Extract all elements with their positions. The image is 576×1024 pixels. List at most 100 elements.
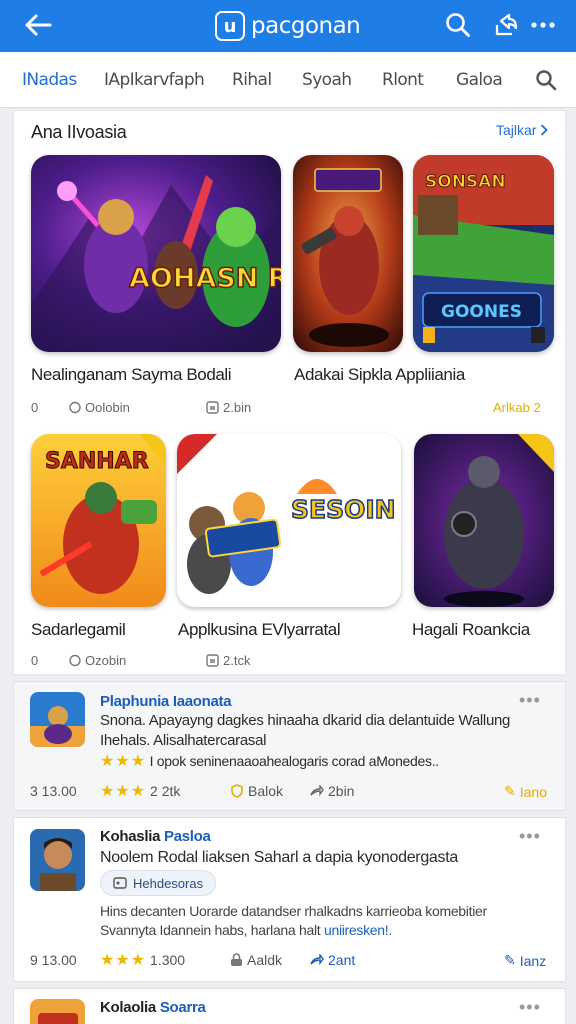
brand-name: pacgonan	[251, 13, 361, 39]
stars-icon: ★★★	[100, 952, 147, 969]
tab-3[interactable]: Rihal	[232, 70, 272, 90]
tag-value: Ianz	[519, 952, 547, 969]
game-art-heroes: AOHASN RESONAICE	[31, 155, 281, 352]
game-icon-character	[30, 829, 85, 891]
app-meta-size: 2.tck	[206, 653, 250, 668]
pencil-icon: ✎	[504, 783, 516, 799]
app-tile-4[interactable]: SANHAR	[31, 434, 166, 607]
share-button[interactable]	[491, 10, 521, 40]
more-options-icon[interactable]: •••	[519, 690, 541, 711]
list-item-title-main: Kohaslia	[100, 828, 161, 845]
tile-art-text: SANHAR	[45, 449, 149, 474]
pencil-icon: ✎	[504, 952, 516, 968]
file-icon	[206, 654, 219, 667]
game-icon-heroes	[30, 692, 85, 747]
rating-value: 1.300	[150, 952, 186, 968]
app-tile-1[interactable]: AOHASN RESONAICE	[31, 155, 281, 352]
app-meta-downloads: Ozobin	[69, 653, 126, 668]
category-tabs: INadas IApIkarvfaph Rihal Syoah Rlont Ga…	[0, 52, 576, 108]
game-art-mech	[414, 434, 554, 607]
list-item-title[interactable]: Kohaslia Pasloa	[100, 828, 211, 845]
app-meta-size: 2.bin	[206, 400, 251, 415]
list-item-tag: ✎ Iano	[504, 783, 547, 800]
game-art-robot	[293, 155, 403, 352]
list-item-size: 3 13.00	[30, 783, 77, 799]
brand-logo: u	[215, 11, 245, 41]
tab-4[interactable]: Syoah	[302, 70, 352, 90]
app-name[interactable]: Sadarlegamil	[31, 620, 126, 640]
app-icon	[30, 999, 85, 1024]
list-item-desc: Noolem Rodal liaksen Saharl a dapia kyon…	[100, 849, 458, 866]
game-art-blocks: SONSAN GOONES	[413, 155, 554, 352]
more-options-icon[interactable]: •••	[519, 826, 541, 847]
list-item-title[interactable]: Kolaolia Soarra	[100, 999, 206, 1016]
share-icon	[495, 13, 518, 36]
list-item-desc: Ihehals. Alisalhatercarasal	[100, 732, 267, 749]
list-item-size: 9 13.00	[30, 952, 77, 968]
app-name[interactable]: Hagali Roankcia	[412, 620, 530, 640]
back-button[interactable]	[20, 8, 56, 42]
tile-art-text: AOHASN RESONAICE	[129, 263, 281, 294]
list-item-title-accent: Pasloa	[164, 828, 211, 845]
app-icon	[30, 829, 85, 891]
list-item-desc: ★★★ I opok seninenaaoahealogaris corad a…	[100, 751, 439, 771]
tile-art-text: GOONES	[441, 302, 522, 322]
app-tile-6[interactable]	[414, 434, 554, 607]
lock-icon	[231, 953, 242, 966]
brand: u pacgonan	[215, 10, 361, 42]
list-item-desc: Snona. Apayayng dagkes hinaaha dkarid di…	[100, 712, 511, 729]
arrow-left-icon	[25, 14, 52, 36]
list-item-title[interactable]: Plaphunia Iaaonata	[100, 693, 232, 710]
stars-icon: ★★★	[100, 783, 147, 800]
list-item-title-accent: Soarra	[159, 999, 206, 1016]
list-item-desc-text: I opok seninenaaoahealogaris corad aMone…	[149, 753, 440, 769]
app-header: u pacgonan	[0, 0, 576, 52]
chevron-right-icon	[541, 124, 549, 136]
list-item[interactable]: Plaphunia Iaaonata ••• Snona. Apayayng d…	[13, 681, 566, 811]
tab-search-icon[interactable]	[534, 68, 558, 92]
tab-5[interactable]: Rlont	[382, 70, 424, 90]
app-tile-3[interactable]: SONSAN GOONES	[413, 155, 554, 352]
tab-6[interactable]: Galoa	[456, 70, 503, 90]
tile-art-text: SONSAN	[425, 172, 506, 192]
tab-1[interactable]: INadas	[22, 70, 77, 90]
see-all-label: Tajlkar	[496, 122, 537, 138]
more-options-button[interactable]	[528, 10, 558, 40]
list-item-desc: Svannyta Idannein habs, harlana halt uni…	[100, 922, 392, 938]
meta-value: Ozobin	[85, 653, 127, 668]
app-meta-downloads: Oolobin	[69, 400, 130, 415]
list-item-share: 2ant	[310, 952, 355, 968]
tag-chip[interactable]: Hehdesoras	[100, 870, 217, 896]
app-name[interactable]: Applkusina EVlyarratal	[178, 620, 341, 640]
shield-icon	[231, 784, 243, 798]
list-item[interactable]: Kohaslia Pasloa ••• Noolem Rodal liaksen…	[13, 817, 566, 982]
download-icon	[69, 401, 81, 414]
tag-icon	[113, 877, 127, 889]
app-name[interactable]: Adakai Sipkla Appliiania	[294, 365, 465, 385]
list-item[interactable]: Kolaolia Soarra •••	[13, 988, 566, 1024]
app-tile-5[interactable]: SESOIN HIAGASES	[177, 434, 401, 607]
search-button[interactable]	[443, 10, 473, 40]
list-item-tag: ✎ Ianz	[504, 952, 546, 969]
list-item-badge: Aaldk	[230, 952, 282, 968]
download-icon	[69, 654, 81, 667]
app-name[interactable]: Nealinganam Sayma Bodali	[31, 365, 232, 385]
more-options-icon[interactable]: •••	[519, 997, 541, 1018]
game-art-warrior: SANHAR	[31, 434, 166, 607]
badge-value: Aaldk	[247, 952, 283, 968]
list-item-badge: Balok	[230, 783, 283, 799]
list-item-title-main: Kolaolia	[100, 999, 156, 1016]
app-tile-2[interactable]	[293, 155, 403, 352]
tab-2[interactable]: IApIkarvfaph	[104, 70, 205, 90]
inline-link[interactable]: uniiresken!.	[324, 922, 392, 938]
game-art-squad: SESOIN HIAGASES	[177, 434, 401, 607]
tag-value: Iano	[519, 783, 547, 800]
see-all-link[interactable]: Tajlkar	[496, 122, 549, 138]
app-meta: 0	[31, 653, 39, 668]
featured-section: Ana IIvoasia Tajlkar AOHASN RESONAICE	[13, 110, 566, 675]
stars-icon: ★★★	[100, 753, 147, 770]
rating-value: 2 2tk	[150, 783, 181, 799]
chip-label: Hehdesoras	[133, 875, 204, 891]
list-item-share: 2bin	[310, 783, 354, 799]
share-value: 2bin	[328, 783, 355, 799]
